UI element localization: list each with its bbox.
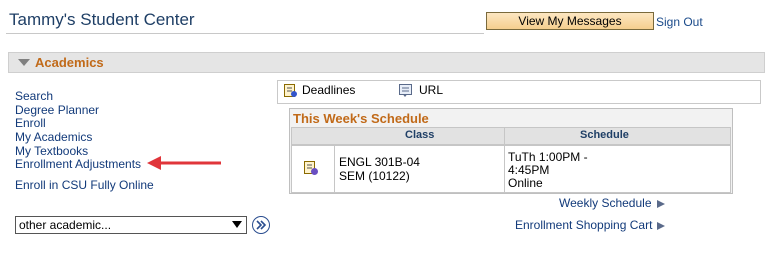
schedule-mode: Online [508, 176, 543, 190]
enroll-csu-fully-online-link[interactable]: Enroll in CSU Fully Online [15, 178, 154, 192]
column-divider [334, 145, 335, 193]
enroll-link[interactable]: Enroll [15, 116, 46, 130]
weekly-schedule-link[interactable]: Weekly Schedule [559, 196, 652, 210]
my-textbooks-link[interactable]: My Textbooks [15, 144, 88, 158]
other-academic-select[interactable]: other academic... [15, 216, 247, 234]
go-button[interactable] [252, 216, 270, 234]
chevron-down-icon [232, 221, 242, 228]
url-link[interactable]: URL [419, 83, 443, 97]
enrollment-adjustments-link[interactable]: Enrollment Adjustments [15, 157, 141, 171]
class-details-icon[interactable] [303, 160, 319, 176]
degree-planner-link[interactable]: Degree Planner [15, 103, 99, 117]
url-icon[interactable] [398, 83, 414, 98]
deadlines-icon[interactable] [283, 83, 298, 98]
column-divider [504, 145, 505, 193]
play-right-icon[interactable] [656, 199, 666, 209]
my-academics-link[interactable]: My Academics [15, 130, 92, 144]
class-section: SEM (10122) [339, 169, 410, 183]
schedule-header-row [291, 127, 731, 145]
sign-out-link[interactable]: Sign Out [656, 15, 703, 29]
deadlines-link[interactable]: Deadlines [302, 83, 355, 97]
enrollment-shopping-cart-link[interactable]: Enrollment Shopping Cart [515, 218, 652, 232]
column-header-class: Class [405, 129, 435, 141]
view-messages-button[interactable]: View My Messages [486, 12, 654, 30]
academics-section-header[interactable] [8, 52, 765, 73]
play-right-icon[interactable] [656, 221, 666, 231]
collapse-triangle-icon[interactable] [18, 59, 30, 66]
page-title: Tammy's Student Center [9, 10, 195, 29]
academics-section-label: Academics [35, 55, 104, 70]
annotation-arrow-icon [147, 156, 221, 170]
title-divider [6, 33, 484, 34]
column-header-schedule: Schedule [580, 129, 629, 141]
schedule-title: This Week's Schedule [293, 111, 429, 126]
double-chevron-right-icon [256, 220, 267, 230]
class-name: ENGL 301B-04 [339, 155, 420, 169]
search-link[interactable]: Search [15, 89, 53, 103]
